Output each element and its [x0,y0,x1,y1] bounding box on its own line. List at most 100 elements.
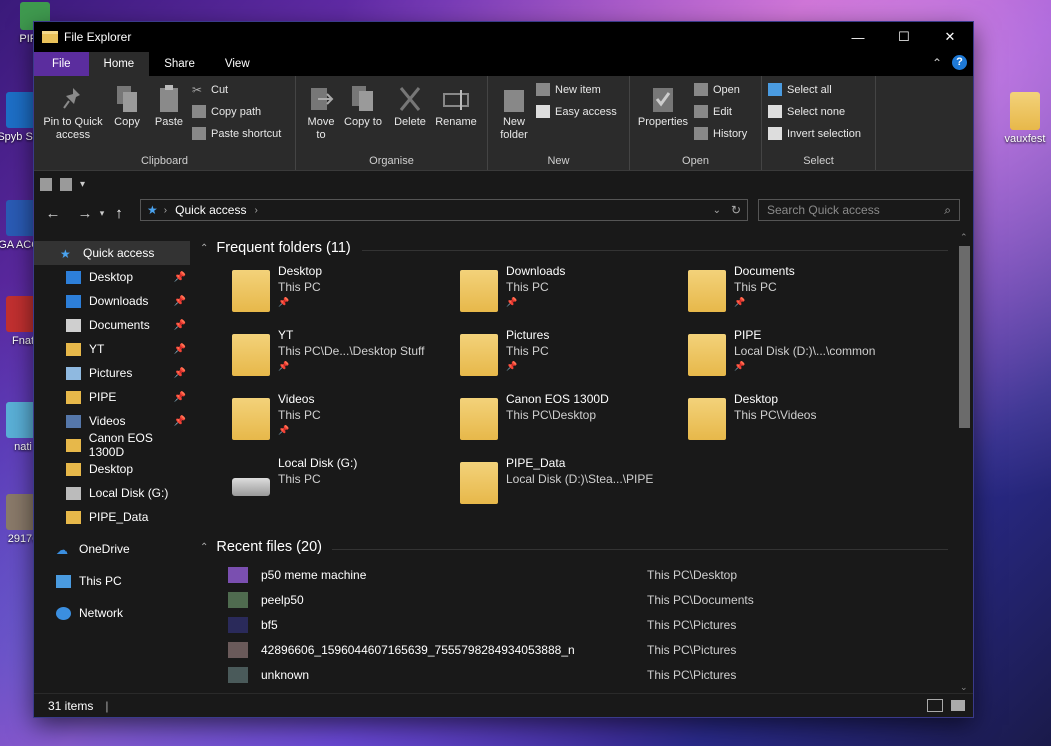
folder-tile[interactable]: Videos This PC 📌 [232,392,452,452]
sidebar-item[interactable]: Pictures 📌 [34,361,190,385]
vertical-scrollbar[interactable]: ⌃ ⌄ [956,232,973,693]
sidebar-item-network[interactable]: Network [34,601,190,625]
address-dropdown-icon[interactable]: ⌄ [713,205,721,216]
rename-button[interactable]: Rename [434,84,478,129]
folder-tile[interactable]: Downloads This PC 📌 [460,264,680,324]
up-arrow-icon[interactable]: ↑ [108,205,130,222]
pin-icon[interactable]: 📌 [174,344,186,355]
maximize-button[interactable]: ☐ [881,22,927,52]
refresh-icon[interactable]: ↻ [731,203,741,217]
tile-location: This PC [506,280,549,294]
folder-tile[interactable]: Desktop This PC\Videos [688,392,908,452]
folder-icon [66,438,81,452]
close-button[interactable]: ✕ [927,22,973,52]
folder-tile[interactable]: Desktop This PC 📌 [232,264,452,324]
search-input[interactable]: Search Quick access ⌕ [758,199,960,221]
list-item[interactable]: peelp50 This PC\Documents [228,590,928,612]
folder-tile[interactable]: Documents This PC 📌 [688,264,908,324]
new-folder-button[interactable]: New folder [494,84,534,142]
address-bar[interactable]: ★ › Quick access › ⌄ ↻ [140,199,748,221]
sidebar-item[interactable]: Downloads 📌 [34,289,190,313]
properties-qat-icon[interactable] [40,177,52,191]
sidebar-item-quick-access[interactable]: ★ Quick access [34,241,190,265]
sidebar-item[interactable]: Desktop 📌 [34,265,190,289]
folder-tile[interactable]: PIPE_Data Local Disk (D:)\Stea...\PIPE [460,456,680,516]
file-thumbnail-icon [228,642,248,658]
sidebar-item-label: PIPE [89,390,117,404]
copy-button[interactable]: Copy [110,84,144,129]
minimize-button[interactable]: — [835,22,881,52]
select-none-button[interactable]: Select none [768,105,845,118]
move-to-button[interactable]: Move to [302,84,340,142]
customize-qat-icon[interactable]: ▾ [80,179,85,190]
back-arrow-icon[interactable]: ← [42,205,64,222]
tab-file[interactable]: File [34,52,89,76]
details-view-icon[interactable] [927,699,943,712]
copy-to-button[interactable]: Copy to [344,84,382,129]
scrollbar-thumb[interactable] [959,246,970,428]
large-icons-view-icon[interactable] [951,700,965,711]
sidebar-item[interactable]: PIPE 📌 [34,385,190,409]
folder-tile[interactable]: Local Disk (G:) This PC [232,456,452,516]
sidebar-item[interactable]: YT 📌 [34,337,190,361]
cut-button[interactable]: ✂ Cut [192,83,228,97]
easy-access-button[interactable]: Easy access [536,105,617,118]
scroll-up-icon[interactable]: ⌃ [960,232,968,243]
copy-path-button[interactable]: Copy path [192,105,261,118]
tab-share[interactable]: Share [149,52,210,76]
pin-icon[interactable]: 📌 [174,368,186,379]
pin-icon[interactable]: 📌 [174,272,186,283]
breadcrumb[interactable]: Quick access [175,203,246,217]
select-all-button[interactable]: Select all [768,83,832,96]
open-button[interactable]: Open [694,83,740,96]
sidebar-item[interactable]: Canon EOS 1300D [34,431,190,459]
new-folder-qat-icon[interactable] [60,177,72,191]
collapse-ribbon-icon[interactable]: ⌃ [932,56,942,70]
window-title: File Explorer [64,30,132,44]
folder-tile[interactable]: PIPE Local Disk (D:)\...\common 📌 [688,328,908,388]
rename-label: Rename [435,116,477,128]
edit-button[interactable]: Edit [694,105,732,118]
sidebar-item[interactable]: Desktop [34,457,190,481]
sidebar-item[interactable]: Videos 📌 [34,409,190,433]
list-item[interactable]: p50 meme machine This PC\Desktop [228,565,928,587]
tab-view[interactable]: View [210,52,265,76]
pin-icon[interactable]: 📌 [174,320,186,331]
list-item[interactable]: 42896606_1596044607165639_75557982849340… [228,640,928,662]
pin-to-quick-access-button[interactable]: Pin to Quick access [38,84,108,142]
pin-icon[interactable]: 📌 [174,296,186,307]
list-item[interactable]: bf5 This PC\Pictures [228,615,928,637]
sidebar-item-this-pc[interactable]: This PC [34,569,190,593]
tile-name: Local Disk (G:) [278,456,358,470]
delete-button[interactable]: Delete [390,84,430,129]
paste-button[interactable]: Paste [152,84,186,129]
invert-selection-button[interactable]: Invert selection [768,127,861,140]
title-bar[interactable]: File Explorer — ☐ ✕ [34,22,973,52]
recent-files-header[interactable]: ⌃ Recent files (20) [200,539,322,555]
sidebar-item[interactable]: Documents 📌 [34,313,190,337]
new-item-button[interactable]: New item [536,83,601,96]
folder-tile[interactable]: Pictures This PC 📌 [460,328,680,388]
tab-home[interactable]: Home [88,52,150,76]
help-icon[interactable]: ? [952,55,967,70]
history-button[interactable]: History [694,127,747,140]
scroll-down-icon[interactable]: ⌄ [960,682,968,693]
sidebar-item[interactable]: Local Disk (G:) [34,481,190,505]
sidebar-item-onedrive[interactable]: ☁ OneDrive [34,537,190,561]
pin-icon [60,84,86,114]
folder-tile[interactable]: YT This PC\De...\Desktop Stuff 📌 [232,328,452,388]
pin-icon[interactable]: 📌 [174,392,186,403]
paste-shortcut-button[interactable]: Paste shortcut [192,127,281,140]
file-location: This PC\Documents [647,593,754,607]
recent-locations-chevron-icon[interactable]: ▾ [96,208,108,219]
sidebar-item-label: Pictures [89,366,133,380]
sidebar-item[interactable]: PIPE_Data [34,505,190,529]
pin-icon[interactable]: 📌 [174,416,186,427]
forward-arrow-icon[interactable]: → [74,205,96,222]
folder-tile[interactable]: Canon EOS 1300D This PC\Desktop [460,392,680,452]
desktop-icon[interactable]: vauxfest [990,92,1051,145]
list-item[interactable]: unknown This PC\Pictures [228,665,928,687]
properties-button[interactable]: Properties [636,84,690,129]
frequent-folders-header[interactable]: ⌃ Frequent folders (11) [200,240,351,256]
content-pane: ⌃ Frequent folders (11) Desktop This PC 📌 D… [192,234,956,693]
